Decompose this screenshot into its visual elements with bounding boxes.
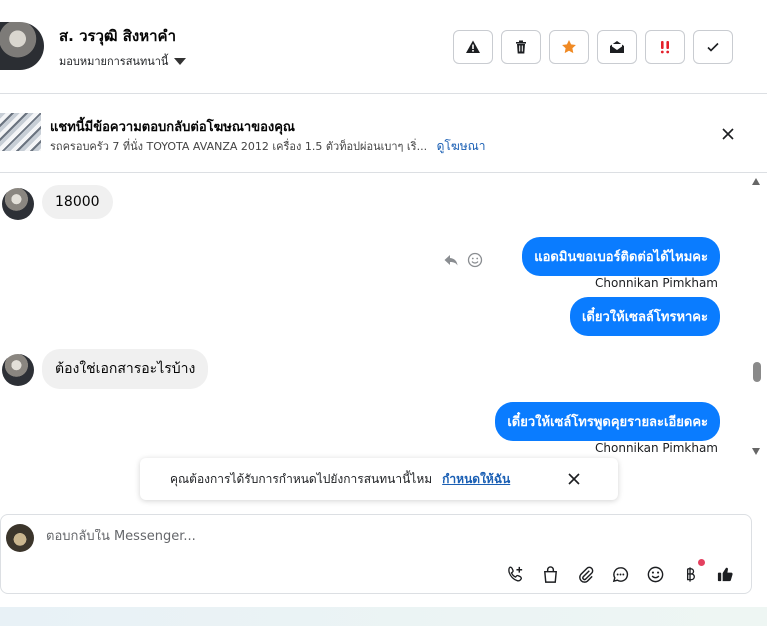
contact-name[interactable]: ส. วรวุฒิ สิงหาคำ	[59, 24, 176, 48]
payment-button[interactable]	[679, 559, 705, 585]
scroll-up-arrow-icon[interactable]	[752, 178, 760, 185]
reply-icon[interactable]	[443, 252, 459, 268]
follow-up-button[interactable]	[645, 30, 685, 64]
mail-open-icon	[610, 41, 624, 53]
saved-replies-button[interactable]	[609, 563, 631, 585]
emoji-button[interactable]	[644, 563, 666, 585]
shop-button[interactable]	[539, 563, 561, 585]
assign-to-me-link[interactable]: กำหนดให้ฉัน	[442, 470, 510, 489]
incoming-message[interactable]: ต้องใช่เอกสารอะไรบ้าง	[42, 349, 209, 389]
incoming-message[interactable]: 18000	[42, 185, 113, 219]
shopping-bag-icon	[543, 565, 557, 583]
scroll-down-arrow-icon[interactable]	[752, 448, 760, 455]
mark-unread-button[interactable]	[597, 30, 637, 64]
phone-plus-icon	[507, 566, 522, 581]
baht-icon	[686, 566, 695, 582]
react-emoji-icon[interactable]	[467, 252, 483, 268]
assign-label: มอบหมายการสนทนานี้	[59, 55, 169, 68]
message-tools	[443, 252, 483, 268]
star-icon	[562, 40, 576, 54]
star-button[interactable]	[549, 30, 589, 64]
chat-bubble-icon	[612, 566, 628, 582]
delete-button[interactable]	[501, 30, 541, 64]
caret-down-icon	[174, 57, 187, 65]
report-spam-button[interactable]	[453, 30, 493, 64]
paperclip-icon	[578, 566, 593, 583]
contact-avatar[interactable]	[0, 22, 44, 70]
mark-done-button[interactable]	[693, 30, 733, 64]
outgoing-message[interactable]: เดี๋ยวให้เซลล์โทรหาคะ	[569, 297, 720, 336]
conversation-actions	[453, 30, 733, 64]
warning-icon	[466, 40, 480, 53]
priority-icon	[660, 41, 670, 54]
close-icon[interactable]	[720, 126, 736, 142]
contact-avatar-small[interactable]	[2, 188, 34, 220]
conversation-header: ส. วรวุฒิ สิงหาคำ มอบหมายการสนทนานี้	[0, 0, 767, 94]
emoji-icon	[647, 566, 663, 582]
assign-prompt-text: คุณต้องการได้รับการกำหนดไปยังการสนทนานี้…	[170, 471, 433, 486]
close-icon[interactable]	[566, 471, 582, 487]
messenger-conversation-panel: ส. วรวุฒิ สิงหาคำ มอบหมายการสนทนานี้ แชท…	[0, 0, 767, 626]
add-call-button[interactable]	[504, 563, 526, 585]
page-avatar	[6, 524, 34, 552]
attach-button[interactable]	[574, 563, 596, 585]
outgoing-message[interactable]: เดี๋ยวให้เซล์โทรพูดคุยรายละเอียดคะ	[495, 402, 720, 441]
page-footer-strip	[0, 607, 767, 626]
thumbs-up-icon	[717, 567, 733, 581]
message-thread: 18000 แอดมินขอเบอร์ติดต่อได้ไหมคะ Chonni…	[0, 174, 750, 458]
view-ad-link[interactable]: ดูโฆษณา	[437, 139, 486, 153]
ad-thumbnail[interactable]	[0, 113, 41, 151]
notification-dot	[698, 559, 705, 566]
outgoing-message[interactable]: แอดมินขอเบอร์ติดต่อได้ไหมคะ	[522, 237, 720, 276]
send-like-button[interactable]	[714, 563, 736, 585]
composer-tools	[504, 559, 736, 585]
ad-banner-title: แชทนี้มีข้อความตอบกลับต่อโฆษณาของคุณ	[50, 120, 295, 135]
contact-avatar-small[interactable]	[2, 354, 34, 386]
ad-reply-banner: แชทนี้มีข้อความตอบกลับต่อโฆษณาของคุณ รถค…	[0, 95, 767, 173]
ad-banner-subtitle: รถครอบครัว 7 ที่นั่ง TOYOTA AVANZA 2012 …	[50, 137, 486, 156]
sender-name: Chonnikan Pimkham	[595, 441, 718, 455]
trash-icon	[516, 40, 526, 54]
check-icon	[707, 42, 719, 52]
assign-prompt-toast: คุณต้องการได้รับการกำหนดไปยังการสนทนานี้…	[140, 458, 618, 500]
reply-input[interactable]	[46, 529, 646, 544]
assign-conversation-dropdown[interactable]: มอบหมายการสนทนานี้	[59, 52, 187, 70]
ad-description: รถครอบครัว 7 ที่นั่ง TOYOTA AVANZA 2012 …	[50, 140, 428, 153]
scrollbar-thumb[interactable]	[753, 362, 761, 382]
sender-name: Chonnikan Pimkham	[595, 276, 718, 290]
reply-composer	[0, 514, 752, 594]
